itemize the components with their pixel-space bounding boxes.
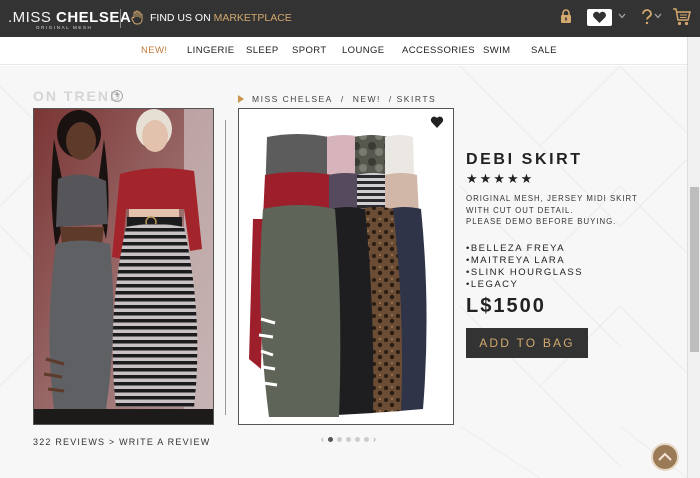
body-item: •SLINK HOURGLASS xyxy=(466,267,584,278)
product-rating-stars[interactable]: ★★★★★ xyxy=(466,171,534,187)
product-description: ORIGINAL MESH, JERSEY MIDI SKIRT WITH CU… xyxy=(466,193,681,228)
description-line: ORIGINAL MESH, JERSEY MIDI SKIRT xyxy=(466,194,638,203)
nav-item-sport[interactable]: SPORT xyxy=(292,45,327,56)
add-to-bag-button[interactable]: ADD TO BAG xyxy=(466,328,588,358)
lock-icon[interactable] xyxy=(560,9,572,23)
carousel-dot[interactable] xyxy=(337,436,342,442)
carousel-prev-button[interactable]: ‹ xyxy=(321,434,324,444)
find-us-marketplace-link[interactable]: FIND US ON MARKETPLACE xyxy=(131,10,292,25)
nav-item-lingerie[interactable]: LINGERIE xyxy=(187,45,235,56)
column-divider xyxy=(225,120,226,415)
nav-item-sale[interactable]: SALE xyxy=(531,45,557,56)
body-item: •LEGACY xyxy=(466,279,519,290)
favorites-button[interactable] xyxy=(587,9,612,26)
compatible-bodies-list: •BELLEZA FREYA •MAITREYA LARA •SLINK HOU… xyxy=(466,243,583,291)
help-chevron-down-icon[interactable] xyxy=(654,13,662,19)
product-price: L$1500 xyxy=(466,295,546,317)
body-item: •BELLEZA FREYA xyxy=(466,243,566,254)
breadcrumb-item-new[interactable]: NEW! xyxy=(353,94,381,104)
topbar-divider xyxy=(120,9,121,28)
nav-item-new[interactable]: NEW! xyxy=(141,45,167,56)
heart-icon xyxy=(593,11,606,23)
nav-item-sleep[interactable]: SLEEP xyxy=(246,45,279,56)
main-nav: NEW! LINGERIE SLEEP SPORT LOUNGE ACCESSO… xyxy=(0,37,700,65)
chevron-down-icon[interactable] xyxy=(618,13,626,19)
breadcrumb-item-home[interactable]: MISS CHELSEA xyxy=(252,94,333,104)
cart-icon[interactable] xyxy=(672,7,692,27)
on-trend-heading: ON TREND xyxy=(33,88,123,104)
on-trend-expand-button[interactable]: + xyxy=(111,90,123,102)
nav-item-accessories[interactable]: ACCESSORIES xyxy=(402,45,475,56)
find-us-label: FIND US ON xyxy=(150,11,214,24)
nav-item-swim[interactable]: SWIM xyxy=(483,45,510,56)
marketplace-label: MARKETPLACE xyxy=(213,11,292,24)
breadcrumb-item-skirts[interactable]: / SKIRTS xyxy=(389,94,436,104)
skirts-illustration xyxy=(249,134,427,417)
scroll-to-top-button[interactable] xyxy=(651,443,679,471)
logo[interactable]: .MISS CHELSEA ORIGINAL MESH xyxy=(8,9,131,30)
breadcrumb-separator: / xyxy=(340,94,345,104)
favorite-heart-icon[interactable] xyxy=(430,116,444,129)
scrollbar-thumb[interactable] xyxy=(690,187,699,352)
carousel-dot[interactable] xyxy=(346,436,351,442)
description-line: PLEASE DEMO BEFORE BUYING. xyxy=(466,217,617,226)
breadcrumb: MISS CHELSEA / NEW! / SKIRTS xyxy=(238,94,436,104)
description-line: WITH CUT OUT DETAIL. xyxy=(466,205,574,215)
top-bar: .MISS CHELSEA ORIGINAL MESH FIND US ON M… xyxy=(0,0,700,37)
reviews-link[interactable]: 322 REVIEWS > WRITE A REVIEW xyxy=(33,437,210,447)
model-photo[interactable] xyxy=(33,108,214,425)
body-item: •MAITREYA LARA xyxy=(466,255,566,266)
carousel-next-button[interactable]: › xyxy=(373,434,376,444)
carousel-dot[interactable] xyxy=(328,436,333,442)
logo-subtitle: ORIGINAL MESH xyxy=(36,25,93,30)
nav-item-lounge[interactable]: LOUNGE xyxy=(342,45,385,56)
hand-icon xyxy=(131,10,143,25)
chevron-up-icon xyxy=(658,452,672,461)
logo-prefix: .MISS xyxy=(8,9,57,26)
carousel-dot[interactable] xyxy=(355,436,360,442)
carousel-dot[interactable] xyxy=(364,436,369,442)
help-icon[interactable] xyxy=(641,9,653,25)
carousel-indicators: ‹ › xyxy=(321,434,376,444)
page-scrollbar[interactable] xyxy=(687,37,700,478)
breadcrumb-arrow-icon xyxy=(238,95,244,103)
product-photo[interactable] xyxy=(238,108,454,425)
product-title: DEBI SKIRT xyxy=(466,151,583,168)
model-illustration xyxy=(34,109,213,424)
